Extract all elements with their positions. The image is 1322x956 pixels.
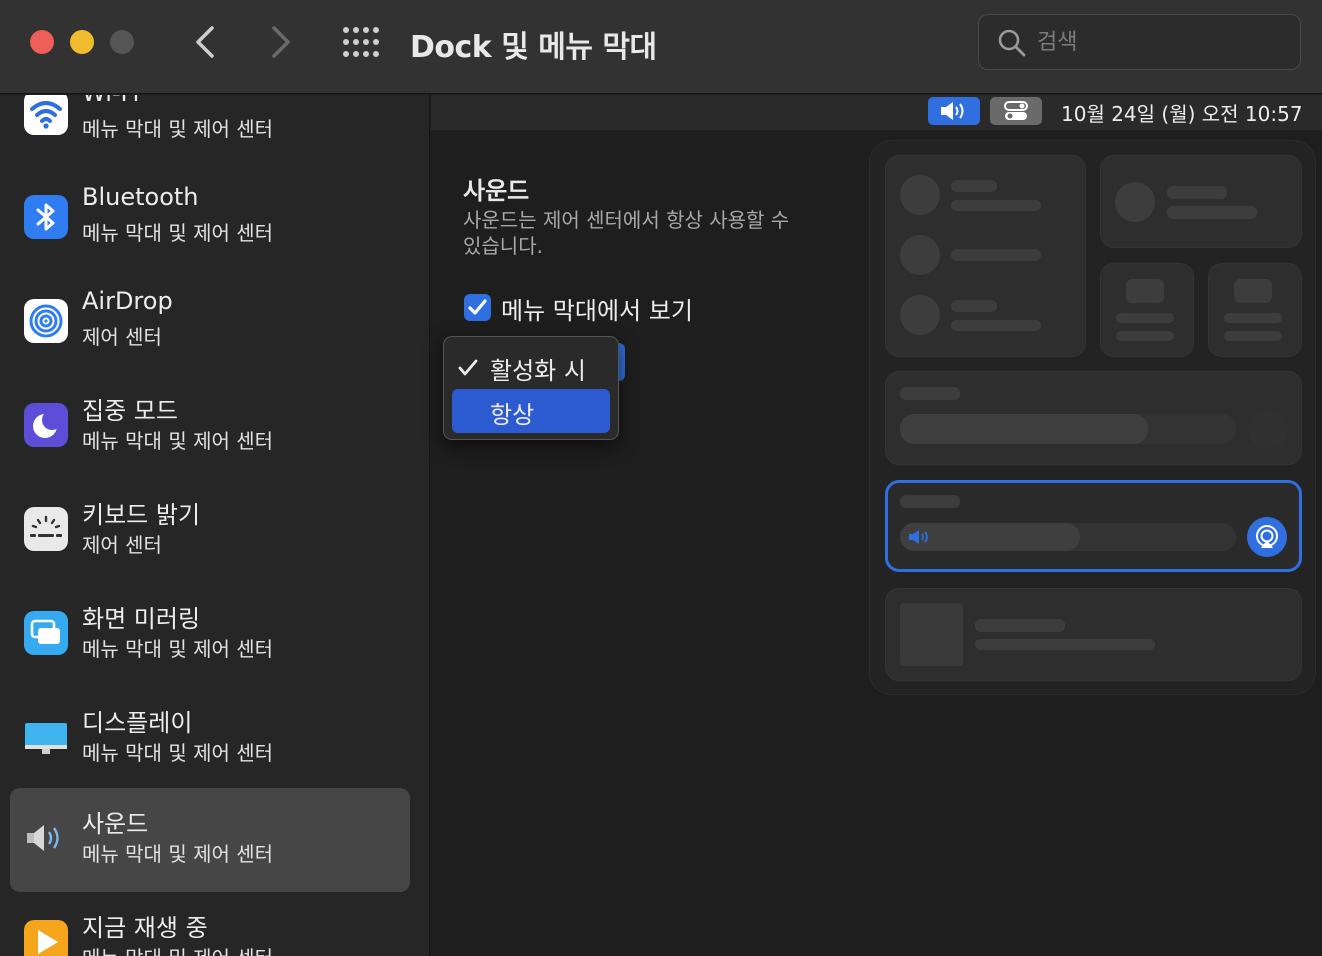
menubar-clock: 10월 24일 (월) 오전 10:57 (1061, 102, 1303, 126)
sidebar-item-sound[interactable]: 사운드 메뉴 막대 및 제어 센터 (10, 788, 410, 892)
focus-tile (1100, 155, 1302, 248)
show-in-menubar-label[interactable]: 메뉴 막대에서 보기 (501, 291, 693, 326)
bluetooth-icon (24, 195, 68, 239)
sound-tile (885, 480, 1302, 572)
forward-button[interactable] (260, 22, 300, 62)
show-all-button[interactable] (340, 24, 384, 60)
search-icon (998, 29, 1026, 57)
sidebar-item-subtitle: 제어 센터 (82, 533, 162, 557)
sidebar-item-subtitle: 메뉴 막대 및 제어 센터 (82, 429, 274, 453)
section-description: 사운드는 제어 센터에서 항상 사용할 수 있습니다. (463, 208, 790, 258)
sidebar-item-title: Bluetooth (82, 183, 199, 211)
sidebar-item-focus[interactable]: 집중 모드 메뉴 막대 및 제어 센터 (10, 375, 410, 479)
sidebar-item-airdrop[interactable]: AirDrop 제어 센터 (10, 271, 410, 375)
sidebar-item-subtitle: 메뉴 막대 및 제어 센터 (82, 741, 274, 765)
keyboard-brightness-icon (24, 507, 68, 551)
sidebar-item-wifi[interactable]: Wi-Fi 메뉴 막대 및 제어 센터 (10, 95, 410, 167)
sidebar-item-screen-mirroring[interactable]: 화면 미러링 메뉴 막대 및 제어 센터 (10, 583, 410, 687)
grid-icon (343, 27, 379, 57)
checkmark-icon (458, 359, 478, 376)
airplay-audio-button (1247, 517, 1287, 557)
small-tile (1208, 263, 1302, 357)
checkmark-icon (468, 299, 487, 315)
now-playing-tile (885, 588, 1302, 681)
sidebar-item-keyboard-brightness[interactable]: 키보드 밝기 제어 센터 (10, 479, 410, 583)
close-button[interactable] (30, 30, 54, 54)
sidebar-item-subtitle: 메뉴 막대 및 제어 센터 (82, 117, 274, 141)
minimize-button[interactable] (70, 30, 94, 54)
sidebar-item-title: 키보드 밝기 (82, 501, 201, 529)
sidebar-item-title: Wi-Fi (82, 95, 139, 107)
sidebar-item-bluetooth[interactable]: Bluetooth 메뉴 막대 및 제어 센터 (10, 167, 410, 271)
now-playing-icon (24, 920, 68, 956)
menubar-preview: 10월 24일 (월) 오전 10:57 (431, 95, 1322, 130)
speaker-icon (909, 530, 928, 544)
screen-mirroring-icon (24, 611, 68, 655)
menubar-control-center-item (990, 97, 1042, 125)
sidebar-item-title: 집중 모드 (82, 397, 178, 425)
speaker-icon (24, 816, 68, 860)
display-tile (885, 371, 1302, 465)
sidebar-item-title: 사운드 (82, 810, 149, 838)
menu-item-when-active[interactable]: 활성화 시 (452, 345, 610, 389)
zoom-button[interactable] (110, 30, 134, 54)
sidebar-item-subtitle: 메뉴 막대 및 제어 센터 (82, 842, 274, 866)
sidebar-item-title: 지금 재생 중 (82, 914, 208, 942)
menu-item-label: 항상 (490, 401, 535, 429)
show-in-menubar-checkbox[interactable] (464, 294, 491, 321)
sidebar-item-display[interactable]: 디스플레이 메뉴 막대 및 제어 센터 (10, 687, 410, 791)
chevron-left-icon (196, 26, 214, 58)
section-title: 사운드 (463, 177, 530, 205)
main-pane: 10월 24일 (월) 오전 10:57 사운드 사운드는 제어 센터에서 항상… (431, 95, 1322, 956)
airdrop-icon (24, 299, 68, 343)
airplay-audio-icon (1256, 525, 1278, 548)
small-tile (1100, 263, 1194, 357)
chevron-right-icon (272, 26, 290, 58)
sidebar-item-subtitle: 메뉴 막대 및 제어 센터 (82, 942, 273, 956)
sidebar-item-now-playing[interactable]: 지금 재생 중 메뉴 막대 및 제어 센터 (10, 892, 410, 956)
speaker-icon (941, 102, 964, 120)
menubar-sound-item (928, 97, 980, 125)
sidebar-item-subtitle: 메뉴 막대 및 제어 센터 (82, 221, 274, 245)
window-title: Dock 및 메뉴 막대 (410, 30, 657, 65)
sidebar-item-title: 화면 미러링 (82, 605, 201, 633)
toolbar: Dock 및 메뉴 막대 (0, 0, 1322, 94)
menu-item-label: 활성화 시 (490, 357, 586, 385)
wifi-icon (24, 95, 68, 135)
search-field[interactable] (978, 14, 1301, 70)
display-icon (24, 715, 68, 759)
visibility-popup-menu: 활성화 시 항상 (443, 336, 619, 440)
connectivity-tile (885, 155, 1086, 357)
menu-item-always[interactable]: 항상 (452, 389, 610, 433)
sidebar-item-subtitle: 제어 센터 (82, 325, 162, 349)
sidebar: Wi-Fi 메뉴 막대 및 제어 센터 Bluetooth 메뉴 막대 및 제어… (0, 95, 430, 956)
control-center-icon (1004, 101, 1028, 120)
back-button[interactable] (186, 22, 226, 62)
sidebar-item-subtitle: 메뉴 막대 및 제어 센터 (82, 637, 274, 661)
control-center-preview (869, 140, 1316, 695)
moon-icon (24, 403, 68, 447)
search-input[interactable] (1037, 23, 1287, 61)
sidebar-item-title: AirDrop (82, 287, 173, 315)
sidebar-item-title: 디스플레이 (82, 709, 193, 737)
